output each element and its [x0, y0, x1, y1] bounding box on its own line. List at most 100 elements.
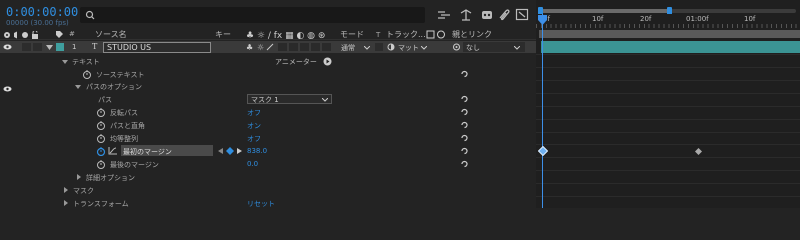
- last-margin-value[interactable]: 0.0: [247, 160, 258, 168]
- track-matte-dropdown[interactable]: マット: [398, 43, 419, 53]
- perpendicular-label: パスと直角: [110, 122, 145, 130]
- reverse-path-value[interactable]: オフ: [247, 108, 261, 118]
- pickwhip-spiral-icon[interactable]: [460, 121, 469, 129]
- stopwatch-icon[interactable]: [96, 159, 106, 169]
- text-layer-type-icon: T: [92, 42, 98, 51]
- av-switches-icon: [3, 31, 41, 39]
- source-text-label: ソーステキスト: [96, 71, 145, 79]
- keyframe-icon[interactable]: [695, 148, 702, 155]
- frame-blend-icon[interactable]: [497, 8, 511, 21]
- work-area-bar[interactable]: [539, 30, 800, 38]
- layer-switch-shy-icon[interactable]: ♣: [246, 43, 256, 51]
- animator-play-icon[interactable]: [323, 57, 332, 66]
- parent-pickwhip-icon[interactable]: [452, 43, 461, 51]
- path-dropdown-value: マスク 1: [251, 96, 279, 104]
- preserve-transparency-checkbox[interactable]: [375, 43, 383, 51]
- draft-3d-icon[interactable]: [459, 8, 473, 21]
- transform-arrow-icon[interactable]: [64, 200, 69, 206]
- visibility-eye-icon[interactable]: [3, 85, 12, 93]
- layer-label-color[interactable]: [56, 43, 64, 51]
- ruler-label-20f: 20f: [640, 15, 652, 23]
- layer-duration-bar[interactable]: [541, 41, 800, 53]
- track-matte-icon: [387, 43, 395, 51]
- first-margin-label[interactable]: 最初のマージン: [123, 147, 172, 157]
- pickwhip-spiral-icon[interactable]: [460, 147, 469, 155]
- timeline-panel: 0f 10f 20f 01:00f 10f: [536, 0, 800, 208]
- solo-toggle[interactable]: [22, 43, 31, 51]
- parent-pickwhip-icon: [426, 30, 446, 39]
- keyframe-toggle-icon[interactable]: [226, 147, 234, 155]
- first-margin-value[interactable]: 838.0: [247, 147, 267, 155]
- path-options-arrow-icon[interactable]: [75, 85, 81, 90]
- row-divider: [536, 67, 800, 68]
- path-chevron-icon: [322, 98, 328, 102]
- svg-text:☼: ☼: [257, 43, 264, 51]
- stopwatch-icon[interactable]: [96, 133, 106, 143]
- next-keyframe-icon[interactable]: [237, 148, 242, 154]
- stopwatch-icon[interactable]: [82, 69, 92, 79]
- masks-arrow-icon[interactable]: [64, 187, 69, 193]
- row-divider: [536, 106, 800, 107]
- navigator-bar[interactable]: [540, 9, 670, 13]
- layer-switches-icon: ♣ ☼ ∕ fx ▦ ◐ ◍ ⊛: [246, 30, 326, 39]
- row-divider: [536, 54, 800, 55]
- pickwhip-spiral-icon[interactable]: [460, 70, 469, 78]
- pickwhip-spiral-icon[interactable]: [460, 160, 469, 168]
- layer-name[interactable]: STUDIO US: [107, 43, 151, 52]
- layer-panel: 0:00:00:00 00000 (30.00 fps) # ソース名 キー ♣…: [0, 0, 536, 208]
- playhead-handle-icon[interactable]: [538, 15, 547, 25]
- shy-icon[interactable]: [480, 8, 494, 21]
- more-options-arrow-icon[interactable]: [77, 174, 82, 180]
- row-divider: [536, 183, 800, 184]
- column-key: キー: [215, 30, 231, 39]
- last-margin-label: 最後のマージン: [110, 161, 159, 169]
- path-options-label: パスのオプション: [86, 83, 142, 91]
- pickwhip-spiral-icon[interactable]: [460, 108, 469, 116]
- timecode[interactable]: 0:00:00:00: [6, 5, 78, 19]
- force-align-label: 均等整列: [110, 135, 138, 143]
- masks-label: マスク: [73, 187, 94, 195]
- row-divider: [536, 196, 800, 197]
- perpendicular-value[interactable]: オン: [247, 121, 261, 131]
- row-divider: [536, 157, 800, 158]
- prev-keyframe-icon[interactable]: [218, 148, 223, 154]
- parent-value: なし: [466, 44, 480, 52]
- parent-chevron-icon: [514, 46, 520, 50]
- animator-label: アニメーター: [275, 58, 317, 66]
- transform-reset-link[interactable]: リセット: [247, 199, 275, 209]
- row-divider: [536, 119, 800, 120]
- row-divider: [536, 144, 800, 145]
- path-label: パス: [98, 96, 112, 104]
- ruler-ticks: [536, 24, 800, 28]
- comp-flowchart-icon[interactable]: [437, 9, 451, 21]
- text-group-arrow-icon[interactable]: [62, 60, 68, 65]
- search-input[interactable]: [80, 7, 425, 23]
- playhead-line[interactable]: [542, 14, 543, 208]
- expand-arrow-icon[interactable]: [46, 45, 53, 50]
- more-options-label: 詳細オプション: [86, 174, 135, 182]
- column-source-name[interactable]: ソース名: [95, 29, 127, 40]
- stopwatch-active-icon[interactable]: [96, 146, 106, 156]
- row-divider: [536, 80, 800, 81]
- label-tag-icon: [55, 30, 64, 39]
- svg-text:♣: ♣: [246, 43, 253, 51]
- pickwhip-spiral-icon[interactable]: [460, 95, 469, 103]
- mode-value: 通常: [341, 44, 355, 52]
- column-mode: モード: [340, 30, 364, 39]
- search-icon: [85, 10, 96, 20]
- lock-toggle[interactable]: [33, 43, 42, 51]
- visibility-eye-icon[interactable]: [3, 43, 12, 51]
- stopwatch-icon[interactable]: [96, 107, 106, 117]
- layer-switch-slash-icon[interactable]: [266, 43, 274, 51]
- keyframe-selected-icon[interactable]: [538, 146, 548, 156]
- graph-editor-icon[interactable]: [108, 146, 118, 155]
- stopwatch-icon[interactable]: [96, 120, 106, 130]
- row-divider: [536, 132, 800, 133]
- reverse-path-label: 反転パス: [110, 109, 138, 117]
- pickwhip-spiral-icon[interactable]: [460, 134, 469, 142]
- row-divider: [536, 93, 800, 94]
- mode-chevron-icon: [364, 46, 370, 50]
- motion-blur-icon[interactable]: [515, 8, 529, 21]
- force-align-value[interactable]: オフ: [247, 134, 261, 144]
- layer-switch-boxes[interactable]: [278, 43, 332, 51]
